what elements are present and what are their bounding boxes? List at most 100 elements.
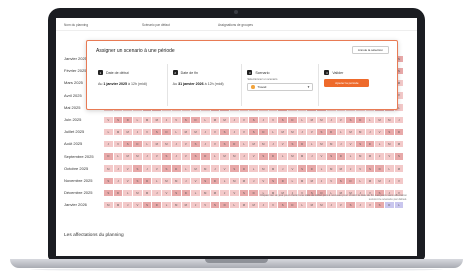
day-cell[interactable]: S	[191, 140, 201, 148]
day-cell[interactable]: J	[259, 201, 269, 209]
day-cell[interactable]: M	[104, 201, 114, 209]
day-cell[interactable]: J	[307, 153, 318, 160]
day-cell[interactable]: D	[346, 177, 356, 184]
day-cell[interactable]: V	[220, 165, 230, 172]
day-cell[interactable]: S	[162, 153, 172, 160]
day-cell[interactable]: V	[336, 116, 347, 123]
day-cell[interactable]: J	[268, 140, 279, 148]
day-cell[interactable]: M	[181, 201, 192, 209]
day-cell[interactable]: M	[210, 116, 221, 123]
day-cell[interactable]: D	[239, 165, 250, 172]
day-cell[interactable]: M	[326, 140, 337, 148]
day-cell[interactable]: S	[142, 201, 153, 209]
day-cell[interactable]: S	[200, 177, 211, 184]
day-cell[interactable]: J	[171, 153, 182, 160]
day-cell[interactable]: M	[365, 153, 376, 160]
day-cell[interactable]: S	[249, 116, 259, 123]
day-cell[interactable]: J	[394, 116, 405, 123]
day-cell[interactable]: V	[336, 201, 347, 209]
day-cell[interactable]: J	[220, 189, 230, 197]
day-cell[interactable]: S	[239, 189, 250, 197]
day-cell[interactable]: J	[278, 165, 289, 172]
day-cell[interactable]: M	[394, 140, 405, 148]
day-cell[interactable]: J	[142, 153, 153, 160]
cancel-selection-button[interactable]: Annule la sélection	[351, 46, 389, 54]
day-cell[interactable]: L	[152, 177, 163, 184]
day-cell[interactable]: M	[307, 201, 318, 209]
day-cell[interactable]: V	[268, 201, 279, 209]
day-cell[interactable]: S	[152, 128, 163, 136]
day-cell[interactable]: S	[288, 140, 298, 148]
day-cell[interactable]: D	[191, 116, 201, 123]
day-cell[interactable]: M	[259, 140, 269, 148]
day-cell[interactable]: D	[288, 116, 298, 123]
day-cell[interactable]: M	[249, 201, 259, 209]
day-cell[interactable]: M	[229, 153, 240, 160]
day-cell[interactable]: V	[181, 153, 192, 160]
day-cell[interactable]: M	[152, 116, 163, 123]
day-cell[interactable]: J	[181, 177, 192, 184]
day-cell[interactable]: M	[307, 177, 318, 184]
day-cell[interactable]: V	[259, 177, 269, 184]
day-cell[interactable]: J	[249, 177, 259, 184]
day-cell[interactable]: J	[152, 189, 163, 197]
day-cell[interactable]: D	[297, 140, 308, 148]
day-cell[interactable]: M	[142, 189, 153, 197]
day-cell[interactable]: J	[123, 201, 134, 209]
day-cell[interactable]: J	[384, 177, 395, 184]
day-cell[interactable]: M	[346, 128, 356, 136]
day-cell[interactable]: S	[336, 177, 347, 184]
day-cell[interactable]: V	[104, 116, 114, 123]
day-cell[interactable]: V	[181, 140, 192, 148]
day-cell[interactable]: L	[191, 189, 201, 197]
day-cell[interactable]: L	[355, 177, 366, 184]
day-cell[interactable]: S	[278, 116, 289, 123]
day-cell[interactable]: J	[239, 153, 250, 160]
day-cell[interactable]: S	[104, 177, 114, 184]
day-cell[interactable]: D	[259, 128, 269, 136]
day-cell[interactable]: S	[133, 177, 143, 184]
day-cell[interactable]: S	[113, 116, 124, 123]
day-cell[interactable]: V	[278, 140, 289, 148]
day-cell[interactable]: S	[220, 140, 230, 148]
day-cell[interactable]: S	[394, 153, 405, 160]
day-cell[interactable]: M	[200, 189, 211, 197]
day-cell[interactable]: M	[220, 116, 230, 123]
day-cell[interactable]: V	[307, 128, 318, 136]
day-cell[interactable]: D	[365, 140, 376, 148]
day-cell[interactable]: M	[162, 140, 172, 148]
day-cell[interactable]: J	[229, 116, 240, 123]
day-cell[interactable]: M	[259, 165, 269, 172]
day-cell[interactable]: S	[384, 128, 395, 136]
day-cell[interactable]: V	[239, 116, 250, 123]
day-cell[interactable]: M	[249, 140, 259, 148]
day-cell[interactable]: V	[133, 201, 143, 209]
day-cell[interactable]: M	[181, 128, 192, 136]
day-cell[interactable]: M	[133, 189, 143, 197]
day-cell[interactable]: L	[171, 128, 182, 136]
day-cell[interactable]: J	[113, 165, 124, 172]
day-cell[interactable]: L	[239, 140, 250, 148]
day-cell[interactable]: V	[365, 201, 376, 209]
day-cell[interactable]: D	[152, 201, 163, 209]
day-cell[interactable]: L	[307, 140, 318, 148]
day-cell[interactable]: D	[268, 153, 279, 160]
day-cell[interactable]: S	[162, 165, 172, 172]
day-cell[interactable]: S	[171, 189, 182, 197]
day-cell[interactable]: D	[307, 165, 318, 172]
day-cell[interactable]: D	[113, 189, 124, 197]
day-cell[interactable]: M	[288, 153, 298, 160]
day-cell[interactable]: L	[394, 201, 405, 209]
day-cell[interactable]: M	[326, 165, 337, 172]
day-cell[interactable]: V	[288, 165, 298, 172]
day-cell[interactable]: M	[384, 116, 395, 123]
day-cell[interactable]: J	[346, 165, 356, 172]
day-cell[interactable]: S	[375, 201, 385, 209]
day-cell[interactable]: V	[162, 189, 172, 197]
day-cell[interactable]: D	[278, 177, 289, 184]
scenario-select[interactable]: Travail ▾	[247, 83, 314, 91]
day-cell[interactable]: S	[297, 165, 308, 172]
day-cell[interactable]: M	[365, 177, 376, 184]
day-cell[interactable]: V	[268, 116, 279, 123]
day-cell[interactable]: S	[346, 116, 356, 123]
